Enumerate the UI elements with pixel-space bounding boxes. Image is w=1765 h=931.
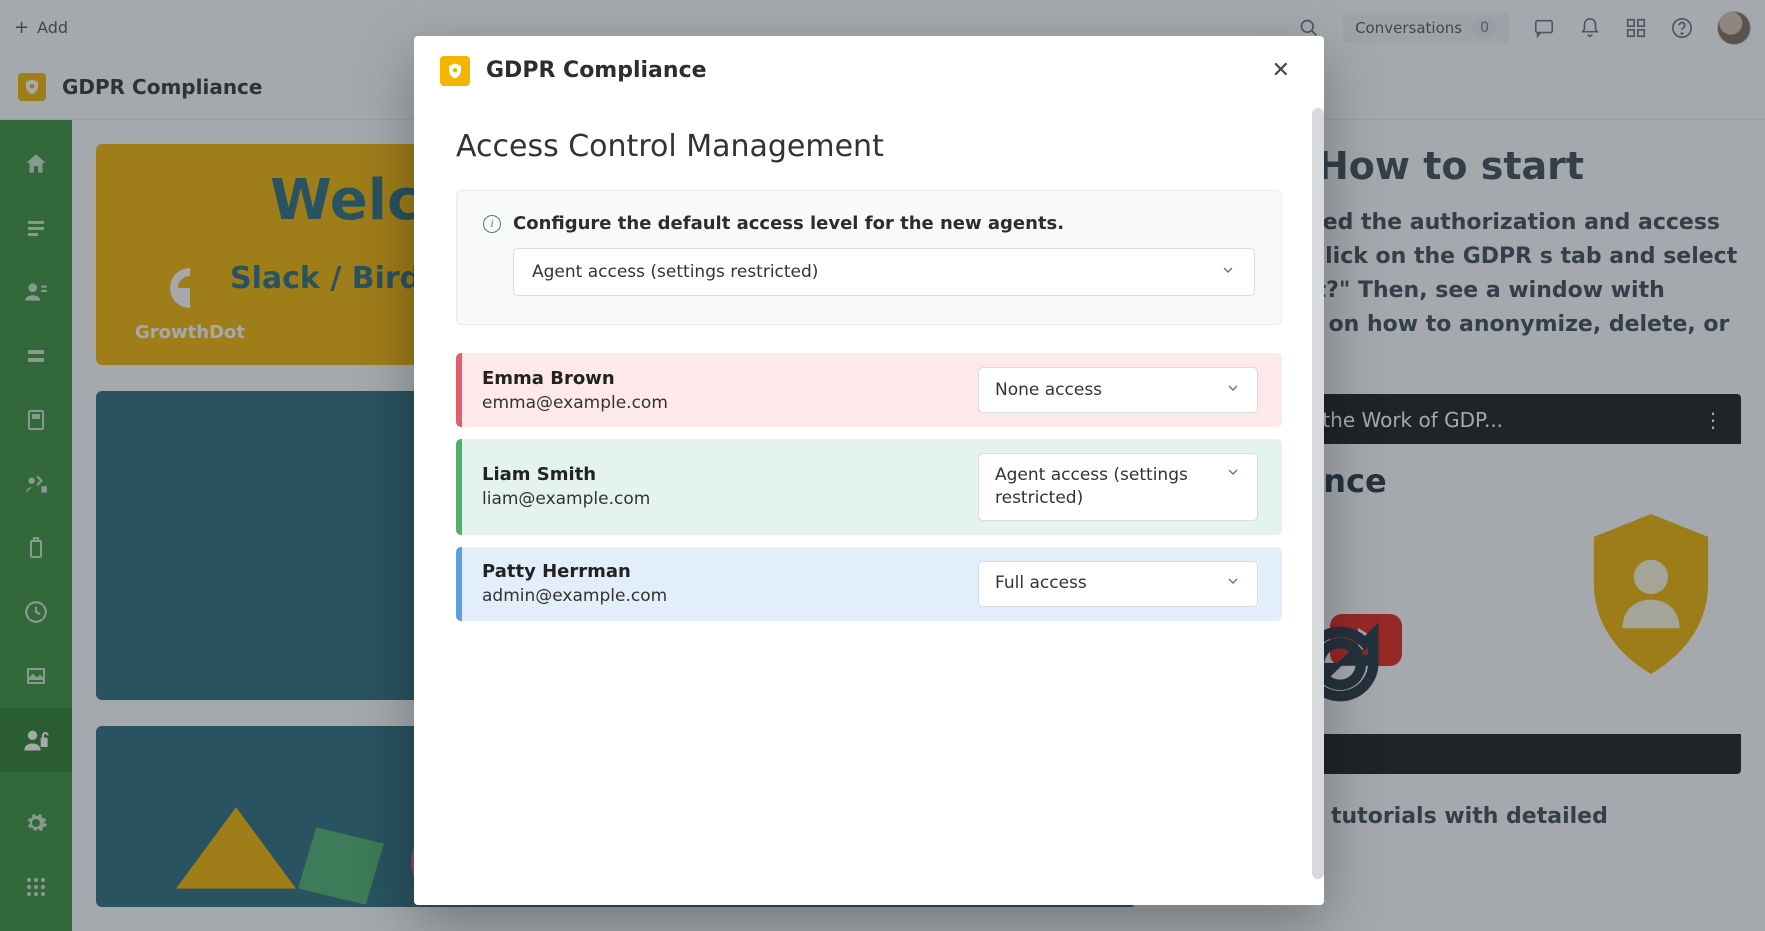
modal-logo-icon bbox=[440, 56, 470, 86]
chevron-down-icon bbox=[1220, 262, 1236, 283]
agent-access-value: None access bbox=[995, 379, 1102, 402]
agent-access-select[interactable]: Agent access (settings restricted) bbox=[978, 453, 1258, 521]
default-access-box: i Configure the default access level for… bbox=[456, 190, 1282, 325]
agent-row: Emma Brown emma@example.com None access bbox=[456, 353, 1282, 427]
chevron-down-icon bbox=[1225, 573, 1241, 594]
agent-email: emma@example.com bbox=[482, 393, 668, 413]
agent-row: Liam Smith liam@example.com Agent access… bbox=[456, 439, 1282, 535]
close-icon[interactable]: ✕ bbox=[1264, 54, 1298, 87]
default-access-value: Agent access (settings restricted) bbox=[532, 262, 818, 282]
chevron-down-icon bbox=[1225, 464, 1241, 485]
chevron-down-icon bbox=[1225, 380, 1241, 401]
scrollbar-thumb[interactable] bbox=[1312, 108, 1324, 879]
agent-name: Liam Smith bbox=[482, 464, 650, 485]
info-icon: i bbox=[483, 215, 501, 233]
agent-name: Patty Herrman bbox=[482, 561, 667, 582]
default-access-select[interactable]: Agent access (settings restricted) bbox=[513, 248, 1255, 296]
gdpr-modal: GDPR Compliance ✕ Access Control Managem… bbox=[414, 36, 1324, 905]
agent-row: Patty Herrman admin@example.com Full acc… bbox=[456, 547, 1282, 621]
modal-body: Access Control Management i Configure th… bbox=[414, 105, 1324, 905]
agent-access-value: Full access bbox=[995, 572, 1087, 595]
acm-heading: Access Control Management bbox=[456, 129, 1282, 164]
agent-email: admin@example.com bbox=[482, 586, 667, 606]
agent-email: liam@example.com bbox=[482, 489, 650, 509]
agent-access-select[interactable]: None access bbox=[978, 367, 1258, 413]
modal-title: GDPR Compliance bbox=[486, 58, 707, 83]
agent-access-select[interactable]: Full access bbox=[978, 561, 1258, 607]
agent-name: Emma Brown bbox=[482, 368, 668, 389]
default-access-label: Configure the default access level for t… bbox=[513, 213, 1064, 234]
agent-access-value: Agent access (settings restricted) bbox=[995, 464, 1205, 510]
modal-header: GDPR Compliance ✕ bbox=[414, 36, 1324, 105]
